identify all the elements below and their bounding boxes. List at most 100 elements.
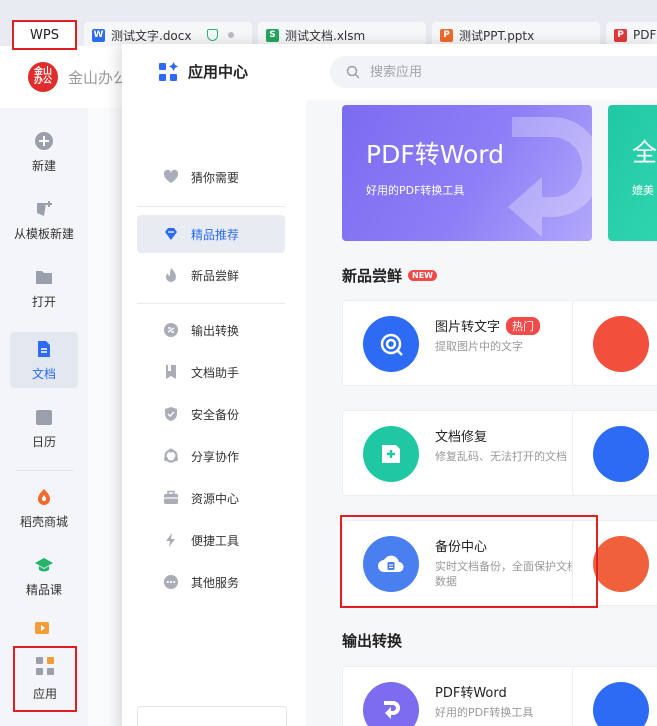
plus-circle-icon [34,131,54,151]
ppt-file-icon: P [440,28,453,42]
lightning-icon [163,532,179,548]
nav-label: 日历 [31,434,56,449]
share-cycle-icon [163,448,179,464]
app-content: PDF转Word 好用的PDF转换工具 全 媲美 新品尝鲜 NEW 图片转文字 … [306,100,657,726]
flame-icon [163,267,179,283]
section-output-title: 输出转换 [342,630,402,651]
app-card-peek[interactable] [572,410,657,496]
pdf-file-icon: P [614,28,627,42]
nav-label: 打开 [31,294,56,309]
category-output-convert[interactable]: 输出转换 [137,311,285,349]
kingsoft-logo-icon: 金山 办公 [28,62,58,92]
category-label: 其他服务 [191,575,240,590]
category-guess[interactable]: 猜你需要 [137,158,285,196]
nav-label: 新建 [31,158,56,173]
banner-subtitle: 好用的PDF转换工具 [366,184,465,197]
category-divider [137,206,285,207]
category-quick-tools[interactable]: 便捷工具 [137,521,285,559]
tab-label: 测试文字.docx [111,28,192,43]
category-label: 新品尝鲜 [191,268,240,283]
section-new-title: 新品尝鲜 NEW [342,265,437,286]
banner-title: PDF转Word [366,140,504,169]
tab-bar: WPS W 测试文字.docx S 测试文档.xlsm P 测试PPT.pptx… [0,0,657,50]
app-card-image-to-text[interactable]: 图片转文字 热门 提取图片中的文字 [342,300,592,386]
app-center-window: 应用中心 猜你需要 精品推荐 新品尝鲜 [122,44,657,726]
section-title-text: 输出转换 [342,632,403,650]
category-share-collab[interactable]: 分享协作 [137,437,285,475]
category-label: 猜你需要 [191,170,240,185]
category-resources[interactable]: 资源中心 [137,479,285,517]
category-label: 资源中心 [191,491,240,506]
nav-divider [16,470,74,471]
category-security-backup[interactable]: 安全备份 [137,395,285,433]
nav-label: 稻壳商城 [19,514,68,529]
category-new[interactable]: 新品尝鲜 [137,256,285,294]
nav-new-from-template[interactable]: 从模板新建 [10,192,78,248]
sheet-file-icon: S [266,28,279,42]
briefcase-icon [163,490,179,506]
category-bottom-button[interactable] [137,706,287,726]
tab-label: PDF [633,28,657,42]
nav-apps[interactable]: 应用 [13,646,77,712]
app-name: PDF转Word [435,682,507,701]
category-doc-assistant[interactable]: 文档助手 [137,353,285,391]
more-dots-icon [163,574,179,590]
diamond-icon [163,226,179,242]
category-other-services[interactable]: 其他服务 [137,563,285,601]
category-featured[interactable]: 精品推荐 [137,215,285,253]
banner-secondary[interactable]: 全 媲美 [608,105,657,241]
app-name: 图片转文字 热门 [435,316,541,335]
app-icon [593,426,649,482]
nav-new[interactable]: 新建 [10,124,78,180]
ocr-icon [363,316,419,372]
category-label: 文档助手 [191,365,240,380]
bookmark-doc-icon [163,364,179,380]
category-label: 便捷工具 [191,533,240,548]
app-icon [593,682,649,726]
app-name-text: 文档修复 [435,430,488,445]
convert-icon [163,322,179,338]
app-search-input[interactable] [330,56,657,88]
app-card-peek[interactable] [572,666,657,726]
calendar-icon [34,407,54,427]
app-name-text: 图片转文字 [435,320,501,335]
nav-docer-mall[interactable]: 稻壳商城 [10,480,78,536]
category-label: 安全备份 [191,407,240,422]
app-description: 修复乱码、无法打开的文档 [435,450,567,463]
unsaved-dot-icon [228,32,235,38]
highlight-backup-center [340,515,598,608]
nav-documents[interactable]: 文档 [10,332,78,388]
app-description: 提取图片中的文字 [435,340,523,353]
folder-icon [34,267,54,287]
tab-label: 测试文档.xlsm [285,28,366,43]
app-card-pdf-to-word[interactable]: PDF转Word 好用的PDF转换工具 [342,666,592,726]
app-card-doc-repair[interactable]: 文档修复 修复乱码、无法打开的文档 [342,410,592,496]
nav-video[interactable] [10,618,78,638]
docer-icon [34,487,54,507]
nav-label: 从模板新建 [13,226,74,241]
app-card-peek[interactable] [572,300,657,386]
section-title-text: 新品尝鲜 [342,267,403,285]
shield-icon [207,29,219,41]
app-description: 好用的PDF转换工具 [435,706,534,719]
left-nav: 新建 从模板新建 打开 文档 日历 稻壳商城 精品课 [0,108,88,726]
nav-label: 精品课 [25,582,62,597]
category-sidebar: 猜你需要 精品推荐 新品尝鲜 输出转换 文档助手 安全备份 分享协作 资源中心 … [122,100,306,726]
heart-icon [163,169,179,185]
banner-pdf-to-word[interactable]: PDF转Word 好用的PDF转换工具 [342,105,592,241]
nav-calendar[interactable]: 日历 [10,400,78,456]
graduation-cap-icon [34,555,54,575]
apps-grid-icon [35,656,55,679]
wps-tab[interactable]: WPS [12,20,77,50]
app-name: 文档修复 [435,426,487,445]
nav-open[interactable]: 打开 [10,260,78,316]
nav-label: 文档 [31,366,56,381]
document-icon [34,339,54,359]
app-center-header: 应用中心 [122,44,657,100]
word-file-icon: W [92,28,105,42]
nav-courses[interactable]: 精品课 [10,548,78,604]
nav-label: 应用 [32,687,57,701]
app-center-logo-icon [158,62,178,82]
category-label: 精品推荐 [191,227,240,242]
app-icon [593,316,649,372]
